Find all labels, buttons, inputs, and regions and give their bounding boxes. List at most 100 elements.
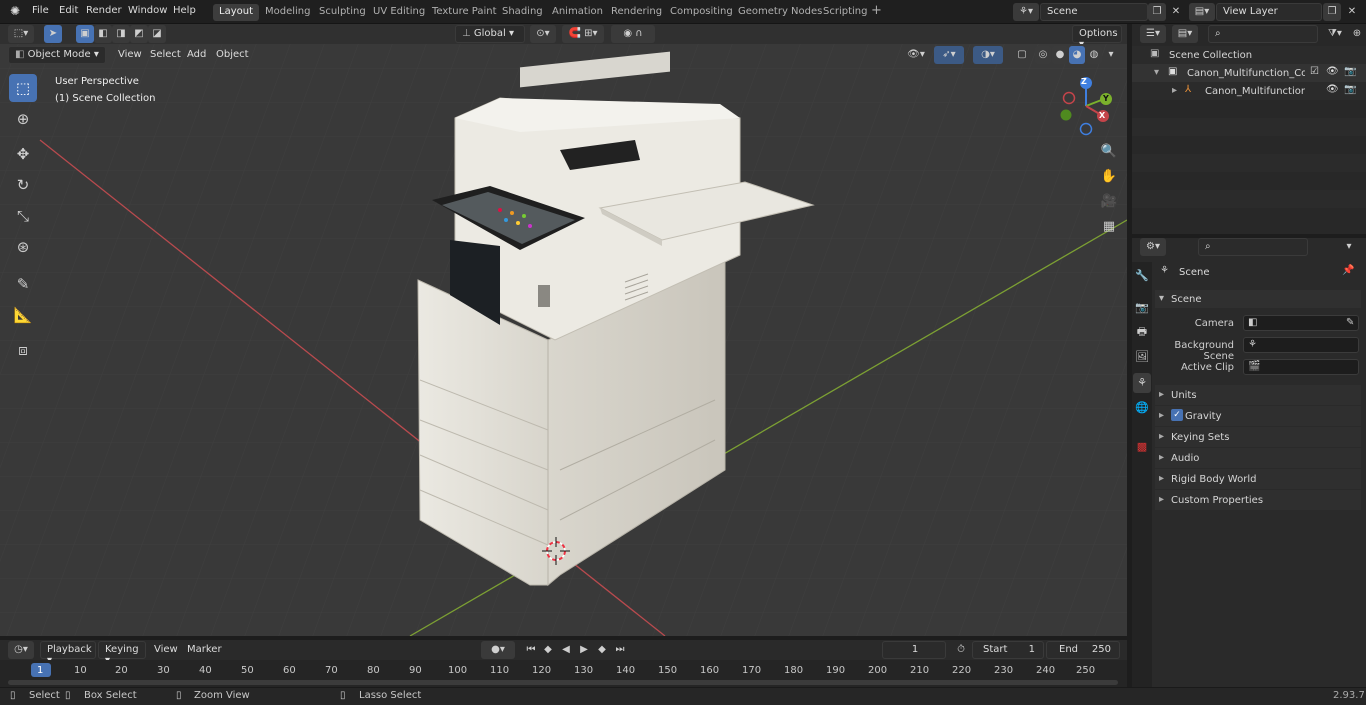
end-frame-field[interactable]: End 250 [1046,641,1120,659]
active-clip-field[interactable]: 🎬 [1243,359,1359,375]
tool-measure[interactable]: 📐 [9,301,37,329]
display-mode-icon[interactable]: ▤▾ [1172,25,1198,43]
tool-scale[interactable]: ⤡ [9,202,37,230]
tab-world-icon[interactable]: 🌐 [1133,398,1151,418]
keying-menu[interactable]: Keying ▾ [98,641,146,666]
menu-window[interactable]: Window [128,5,167,16]
include-checkbox-icon[interactable]: ☑ [1310,66,1319,77]
tab-texture-paint[interactable]: Texture Paint [426,4,503,21]
properties-options-icon[interactable]: ▾ [1340,238,1358,256]
tab-shading[interactable]: Shading [496,4,549,21]
render-camera-icon[interactable]: 📷 [1344,84,1356,95]
tab-geometry-nodes[interactable]: Geometry Nodes [732,4,828,21]
rigid-body-world-panel[interactable]: ▸ Rigid Body World [1155,469,1361,489]
menu-select[interactable]: Select [150,49,181,60]
camera-field[interactable]: ◧ ✎ [1243,315,1359,331]
current-frame-field[interactable]: 1 [882,641,946,659]
properties-search-input[interactable]: ⌕ [1198,238,1308,256]
timeline-scrollbar[interactable] [8,680,1118,685]
mode-dropdown[interactable]: ◧ Object Mode ▾ [8,46,106,64]
auto-keying-icon[interactable]: ●▾ [481,641,515,659]
menu-render[interactable]: Render [86,5,122,16]
proportional-edit-icon[interactable]: ◉ ∩ [611,25,655,43]
shading-rendered-icon[interactable]: ◍ [1086,46,1102,64]
tool-cursor[interactable]: ⊕ [9,105,37,133]
expand-right-icon[interactable]: ▸ [1172,85,1177,96]
shading-material-icon[interactable]: ◕ [1069,46,1085,64]
tab-render-icon[interactable]: 📷 [1133,298,1151,318]
tool-move[interactable]: ✥ [9,140,37,168]
playback-menu[interactable]: Playback ▾ [40,641,96,666]
shading-wireframe-icon[interactable]: ◎ [1035,46,1051,64]
next-keyframe-icon[interactable]: ◆ [593,641,611,659]
jump-start-icon[interactable]: ⏮ [522,641,540,659]
tab-scripting[interactable]: Scripting [817,4,873,21]
perspective-toggle-icon[interactable]: ▦ [1098,216,1120,238]
pan-hand-icon[interactable]: ✋ [1098,166,1120,188]
select-intersect-icon[interactable]: ◪ [148,25,166,43]
new-collection-icon[interactable]: ⊕ [1348,25,1366,43]
shading-options-icon[interactable]: ▾ [1104,46,1118,64]
pivot-point-icon[interactable]: ⊙▾ [530,25,556,43]
3d-viewport[interactable]: Z Y X [0,44,1127,636]
tool-select-box[interactable]: ⬚ [9,74,37,102]
menu-view[interactable]: View [118,49,142,60]
jump-end-icon[interactable]: ⏭ [611,641,629,659]
select-new-icon[interactable]: ▣ [76,25,94,43]
snap-icon[interactable]: 🧲 ⊞▾ [562,25,604,43]
delete-view-layer-icon[interactable]: ✕ [1343,3,1361,21]
play-reverse-icon[interactable]: ◀ [557,641,575,659]
outliner-row-collection[interactable]: ▾ ▣ Canon_Multifunction_Copier_I ☑ 👁 📷 [1132,64,1366,82]
tab-output-icon[interactable]: 🖶 [1133,322,1151,342]
shading-solid-icon[interactable]: ● [1052,46,1068,64]
tool-annotate[interactable]: ✎ [9,270,37,298]
expand-down-icon[interactable]: ▾ [1154,67,1159,78]
overlay-toggle-icon[interactable]: ◑▾ [973,46,1003,64]
filter-icon[interactable]: ⧩▾ [1322,25,1348,43]
outliner-search-input[interactable]: ⌕ [1208,25,1318,43]
timeline-marker-menu[interactable]: Marker [187,644,222,655]
transform-orientation-dropdown[interactable]: ⊥ Global ▾ [455,25,525,43]
select-extend-icon[interactable]: ◧ [94,25,112,43]
zoom-icon[interactable]: 🔍 [1098,141,1120,163]
eye-icon[interactable]: 👁 [1326,84,1339,95]
options-dropdown[interactable]: Options ▾ [1072,25,1122,50]
select-invert-icon[interactable]: ◩ [130,25,148,43]
prev-keyframe-icon[interactable]: ◆ [539,641,557,659]
outliner-row-object[interactable]: ▸ ⅄ Canon_Multifunction_Cop 👁 📷 [1132,82,1366,100]
menu-object[interactable]: Object [216,49,249,60]
menu-help[interactable]: Help [173,5,196,16]
view-layer-field[interactable]: View Layer [1216,3,1322,21]
view-layer-selector-icon[interactable]: ▤▾ [1189,3,1215,21]
gravity-checkbox[interactable]: ✓ [1171,409,1183,421]
background-scene-field[interactable]: ⚘ [1243,337,1359,353]
blender-logo-icon[interactable]: ✺ [10,4,20,18]
xray-icon[interactable]: ▢ [1013,46,1031,64]
render-camera-icon[interactable]: 📷 [1344,66,1356,77]
new-scene-icon[interactable]: ❐ [1148,3,1166,21]
add-workspace-icon[interactable]: + [871,3,882,18]
timeline-editor-icon[interactable]: ◷▾ [8,641,34,659]
tool-transform[interactable]: ⊛ [9,233,37,261]
tool-add-cube[interactable]: ⧈ [9,336,37,364]
tab-sculpting[interactable]: Sculpting [313,4,372,21]
properties-editor-icon[interactable]: ⚙▾ [1140,238,1166,256]
outliner-row-scene-collection[interactable]: ▣ Scene Collection [1132,46,1366,64]
scene-field[interactable]: Scene [1040,3,1148,21]
gravity-panel[interactable]: ▸ ✓ Gravity [1155,406,1361,426]
timeline-view-menu[interactable]: View [154,644,178,655]
play-icon[interactable]: ▶ [575,641,593,659]
delete-scene-icon[interactable]: ✕ [1167,3,1185,21]
scene-section-header[interactable]: ▾ Scene [1155,290,1361,308]
menu-file[interactable]: File [32,5,49,16]
menu-edit[interactable]: Edit [59,5,78,16]
select-subtract-icon[interactable]: ◨ [112,25,130,43]
audio-panel[interactable]: ▸ Audio [1155,448,1361,468]
gizmo-toggle-icon[interactable]: ➶▾ [934,46,964,64]
eye-icon[interactable]: 👁 [1326,66,1339,77]
pin-icon[interactable]: 📌 [1342,265,1354,276]
camera-view-icon[interactable]: 🎥 [1098,191,1120,213]
new-view-layer-icon[interactable]: ❐ [1323,3,1341,21]
tab-view-layer-icon[interactable]: 🖼 [1133,347,1151,367]
tab-texture-icon[interactable]: ▩ [1133,437,1151,457]
